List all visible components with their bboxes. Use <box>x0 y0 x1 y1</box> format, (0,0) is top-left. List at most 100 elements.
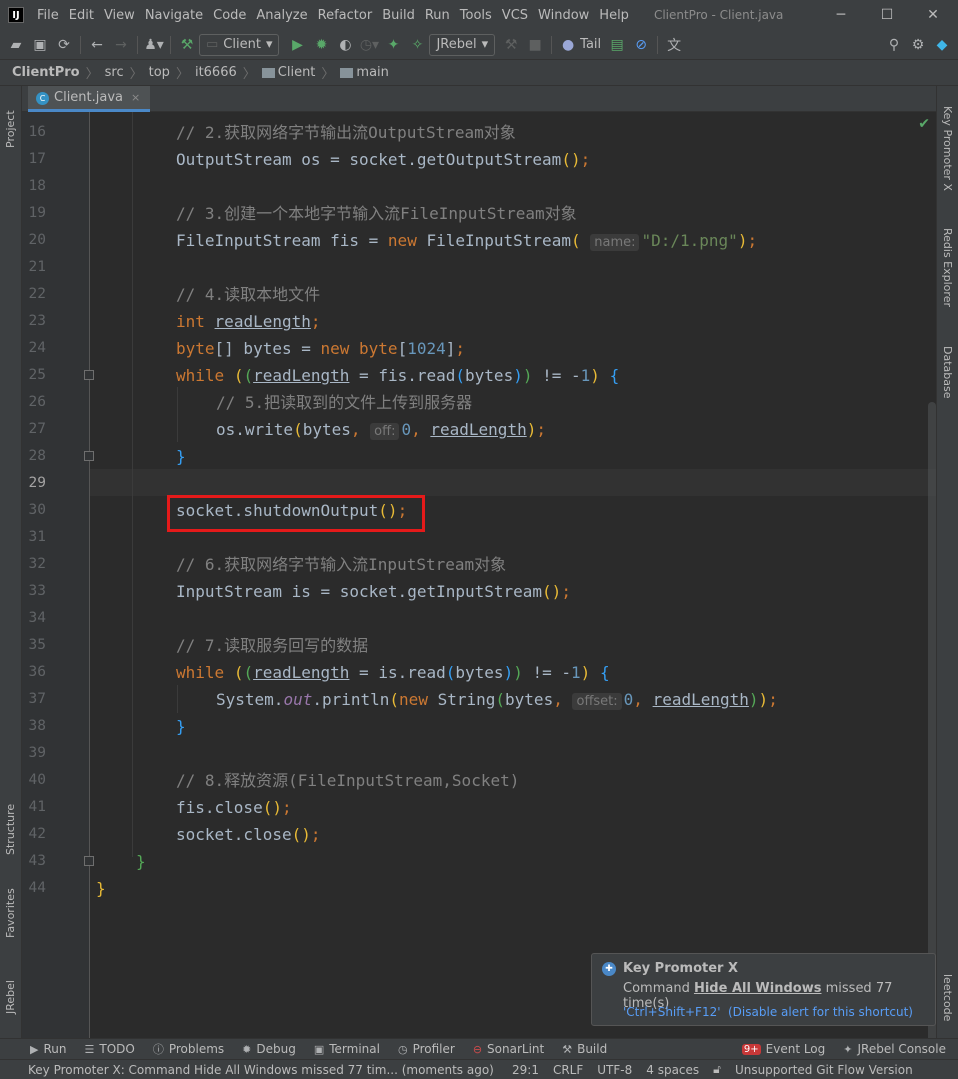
jrebel-config-select[interactable]: JRebel ▾ <box>429 33 496 56</box>
menu-help[interactable]: Help <box>594 8 634 23</box>
line-number: 20 <box>28 232 46 248</box>
run-icon[interactable]: ▶ <box>285 34 309 56</box>
code-editor[interactable]: 16 17 18 19 20 21 22 23 24 25 26 27 28 2… <box>22 112 936 1052</box>
notification-shortcut-link[interactable]: 'Ctrl+Shift+F12' <box>623 1005 721 1019</box>
tail-label[interactable]: Tail <box>580 37 601 52</box>
profile-icon[interactable]: ◷▾ <box>357 34 381 56</box>
disable-alert-link[interactable]: (Disable alert for this shortcut) <box>728 1005 913 1019</box>
caret-position[interactable]: 29:1 <box>505 1063 546 1077</box>
sync-icon[interactable]: ⟳ <box>52 34 76 56</box>
file-encoding[interactable]: UTF-8 <box>590 1063 639 1077</box>
comment: // 8.释放资源(FileInputStream,Socket) <box>176 771 520 790</box>
sonarlint-tool-button[interactable]: ⊖ SonarLint <box>464 1042 553 1056</box>
minimize-button[interactable]: ─ <box>818 0 864 30</box>
close-window-button[interactable]: ✕ <box>910 0 956 30</box>
jrebel-console-button[interactable]: ✦ JRebel Console <box>834 1042 958 1056</box>
breadcrumb-project[interactable]: ClientPro <box>12 65 80 80</box>
stop-icon[interactable]: ■ <box>523 34 547 56</box>
build-tool-button[interactable]: ⚒ Build <box>553 1042 616 1056</box>
menu-window[interactable]: Window <box>533 8 594 23</box>
menu-refactor[interactable]: Refactor <box>313 8 378 23</box>
fold-marker-icon[interactable] <box>84 856 94 866</box>
sonarlint-tool-label: SonarLint <box>487 1042 545 1056</box>
back-icon[interactable]: ← <box>85 34 109 56</box>
code-line-28: } <box>176 447 186 466</box>
indent-setting[interactable]: 4 spaces <box>639 1063 706 1077</box>
breadcrumb-class[interactable]: Client <box>278 65 316 80</box>
fold-marker-icon[interactable] <box>84 451 94 461</box>
chevron-down-icon: ▾ <box>265 37 273 52</box>
event-log-button[interactable]: 9+ Event Log <box>733 1042 834 1056</box>
forward-icon[interactable]: → <box>109 34 133 56</box>
jrebel-tool-tab[interactable]: JRebel <box>4 980 17 1014</box>
breadcrumb-top[interactable]: top <box>149 65 170 80</box>
run-config-select[interactable]: ▭ Client ▾ <box>199 33 280 56</box>
profiler-tool-button[interactable]: ◷ Profiler <box>389 1042 464 1056</box>
menu-file[interactable]: File <box>32 8 64 23</box>
bug-icon: ✹ <box>242 1042 252 1056</box>
close-tab-icon[interactable]: × <box>131 91 140 104</box>
open-folder-icon[interactable]: ▰ <box>4 34 28 56</box>
code-line-26: // 5.把读取到的文件上传到服务器 <box>216 389 472 416</box>
monitor-icon[interactable]: ▤ <box>605 34 629 56</box>
menu-vcs[interactable]: VCS <box>497 8 533 23</box>
indent-guide <box>177 387 178 442</box>
build-hammer-icon[interactable]: ⚒ <box>175 34 199 56</box>
inspection-ok-icon[interactable]: ✔ <box>918 116 930 132</box>
line-number: 42 <box>28 826 46 842</box>
jrebel-icon: ✦ <box>843 1042 853 1056</box>
search-icon[interactable]: ⚲ <box>882 34 906 56</box>
leetcode-tool-tab[interactable]: leetcode <box>941 974 954 1021</box>
key-promoter-tool-tab[interactable]: Key Promoter X <box>941 106 954 191</box>
menu-analyze[interactable]: Analyze <box>251 8 312 23</box>
window-title: ClientPro - Client.java <box>653 8 784 22</box>
user-icon[interactable]: ♟▾ <box>142 34 166 56</box>
line-separator[interactable]: CRLF <box>546 1063 590 1077</box>
tab-client-java[interactable]: C Client.java × <box>28 86 151 112</box>
save-icon[interactable]: ▣ <box>28 34 52 56</box>
intellij-logo-icon: IJ <box>8 7 24 23</box>
breadcrumb-src[interactable]: src <box>105 65 124 80</box>
maximize-button[interactable]: ☐ <box>864 0 910 30</box>
fold-marker-icon[interactable] <box>84 370 94 380</box>
project-tool-tab[interactable]: Project <box>4 110 17 148</box>
git-flow-status[interactable]: Unsupported Git Flow Version <box>728 1063 920 1077</box>
menu-build[interactable]: Build <box>377 8 420 23</box>
toolbar-separator <box>657 35 659 54</box>
lock-icon[interactable]: 🔓︎ <box>706 1062 728 1077</box>
terminal-tool-button[interactable]: ▣ Terminal <box>305 1042 389 1056</box>
debug-icon[interactable]: ✹ <box>309 34 333 56</box>
tail-icon[interactable]: ● <box>556 34 580 56</box>
jrebel-run-icon[interactable]: ✦ <box>381 34 405 56</box>
breadcrumb-method[interactable]: main <box>356 65 388 80</box>
line-number: 41 <box>28 799 46 815</box>
line-number: 27 <box>28 421 46 437</box>
redis-explorer-tool-tab[interactable]: Redis Explorer <box>941 228 954 307</box>
menu-tools[interactable]: Tools <box>455 8 497 23</box>
coverage-icon[interactable]: ◐ <box>333 34 357 56</box>
structure-tool-tab[interactable]: Structure <box>4 804 17 855</box>
breadcrumb-package[interactable]: it6666 <box>195 65 237 80</box>
menu-navigate[interactable]: Navigate <box>140 8 208 23</box>
todo-tool-button[interactable]: ☰ TODO <box>75 1042 143 1056</box>
line-number: 28 <box>28 448 46 464</box>
problems-tool-button[interactable]: ⓘ Problems <box>144 1041 233 1057</box>
comment: // 7.读取服务回写的数据 <box>176 636 369 655</box>
menu-run[interactable]: Run <box>420 8 455 23</box>
indent-guide <box>132 112 133 857</box>
menu-edit[interactable]: Edit <box>64 8 99 23</box>
menu-code[interactable]: Code <box>208 8 251 23</box>
plugin-icon[interactable]: ◆ <box>930 34 954 56</box>
favorites-tool-tab[interactable]: Favorites <box>4 888 17 938</box>
status-message[interactable]: Key Promoter X: Command Hide All Windows… <box>0 1063 505 1077</box>
jrebel-debug-icon[interactable]: ✧ <box>405 34 429 56</box>
settings-icon[interactable]: ⚙ <box>906 34 930 56</box>
menu-view[interactable]: View <box>99 8 140 23</box>
database-tool-tab[interactable]: Database <box>941 346 954 399</box>
translate-icon[interactable]: 文 <box>662 34 686 56</box>
no-entry-icon[interactable]: ⊘ <box>629 34 653 56</box>
event-badge: 9+ <box>741 1043 761 1055</box>
run-tool-button[interactable]: ▶ Run <box>0 1042 75 1056</box>
debug-tool-button[interactable]: ✹ Debug <box>233 1042 305 1056</box>
hammer-disabled-icon[interactable]: ⚒ <box>499 34 523 56</box>
